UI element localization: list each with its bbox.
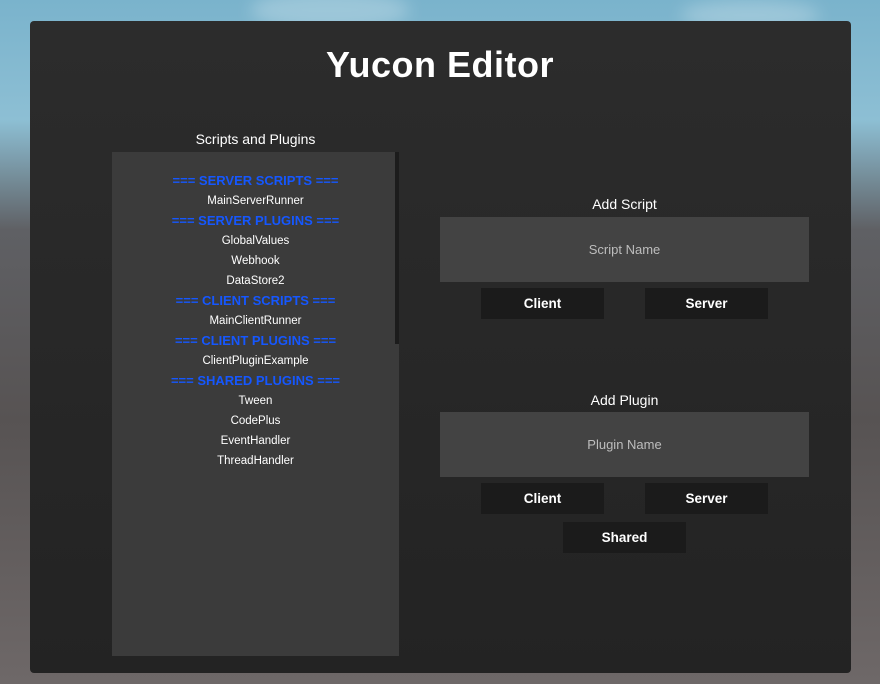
list-item[interactable]: GlobalValues xyxy=(112,231,399,251)
list-section-header: === CLIENT PLUGINS === xyxy=(174,333,337,348)
list-item[interactable]: EventHandler xyxy=(112,431,399,451)
list-item[interactable]: MainServerRunner xyxy=(112,191,399,211)
list-item[interactable]: ClientPluginExample xyxy=(112,351,399,371)
add-script-label: Add Script xyxy=(592,196,657,212)
list-item[interactable]: CodePlus xyxy=(112,411,399,431)
list-section-header: === CLIENT SCRIPTS === xyxy=(175,293,336,308)
plugin-name-input[interactable] xyxy=(440,412,809,477)
list-item[interactable]: Tween xyxy=(112,391,399,411)
list-item[interactable]: DataStore2 xyxy=(112,271,399,291)
page-title: Yucon Editor xyxy=(325,44,554,85)
list-item[interactable]: MainClientRunner xyxy=(112,311,399,331)
add-plugin-shared-button[interactable]: Shared xyxy=(563,522,686,553)
list-section-header: === SERVER PLUGINS === xyxy=(171,213,340,228)
add-script-client-button[interactable]: Client xyxy=(481,288,604,319)
list-section-header: === SHARED PLUGINS === xyxy=(170,373,341,388)
list-items: === SERVER SCRIPTS === MainServerRunner ==… xyxy=(112,171,399,471)
list-title: Scripts and Plugins xyxy=(195,131,316,147)
scripts-plugins-list[interactable]: === SERVER SCRIPTS === MainServerRunner ==… xyxy=(112,152,399,656)
add-plugin-server-button[interactable]: Server xyxy=(645,483,768,514)
list-section-header: === SERVER SCRIPTS === xyxy=(172,173,339,188)
script-name-input[interactable] xyxy=(440,217,809,282)
add-script-server-button[interactable]: Server xyxy=(645,288,768,319)
add-plugin-client-button[interactable]: Client xyxy=(481,483,604,514)
add-plugin-label: Add Plugin xyxy=(590,392,659,408)
list-scrollbar[interactable] xyxy=(395,152,399,344)
list-item[interactable]: Webhook xyxy=(112,251,399,271)
list-item[interactable]: ThreadHandler xyxy=(112,451,399,471)
